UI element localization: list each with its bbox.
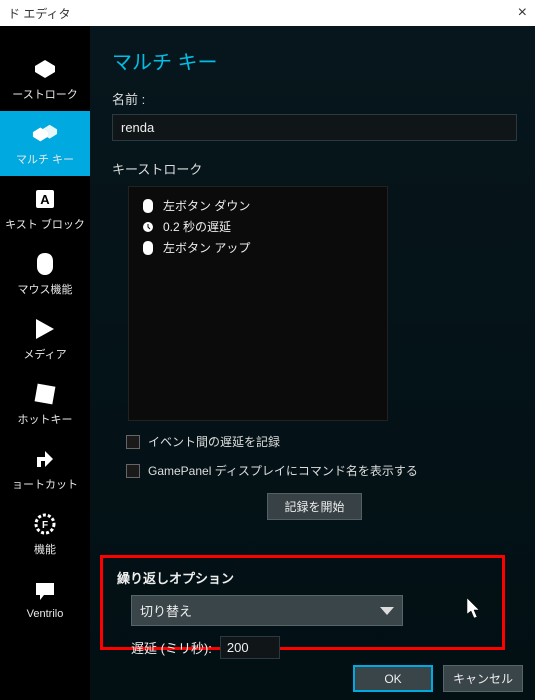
hotkey-icon [32, 381, 58, 407]
keystroke-text: 左ボタン ダウン [163, 197, 250, 214]
sidebar-item-label: マルチ キー [16, 151, 74, 167]
keystroke-text: 左ボタン アップ [163, 239, 250, 256]
svg-text:F: F [42, 520, 48, 531]
delay-label: 遅延 (ミリ秒): [131, 638, 212, 657]
sidebar-item-label: Ventrilo [27, 608, 64, 620]
checkbox[interactable] [126, 464, 140, 478]
repeat-title: 繰り返しオプション [117, 568, 488, 587]
clock-icon [141, 220, 155, 234]
textblock-icon: A [32, 186, 58, 212]
sidebar-item-keystroke[interactable]: ーストローク [0, 46, 90, 111]
sidebar-item-label: 機能 [34, 541, 56, 557]
close-icon[interactable]: × [518, 4, 527, 22]
shortcut-icon [32, 446, 58, 472]
sidebar-item-textblock[interactable]: A キスト ブロック [0, 176, 90, 241]
sidebar-item-label: ホットキー [18, 411, 73, 427]
sidebar-item-label: マウス機能 [18, 281, 73, 297]
delay-input[interactable] [220, 636, 280, 659]
repeat-options-box: 繰り返しオプション 切り替え 遅延 (ミリ秒): [100, 555, 505, 650]
show-name-row[interactable]: GamePanel ディスプレイにコマンド名を表示する [126, 462, 517, 479]
keystroke-list[interactable]: 左ボタン ダウン 0.2 秒の遅延 左ボタン アップ [128, 186, 388, 421]
svg-text:A: A [40, 192, 50, 207]
repeat-mode-dropdown[interactable]: 切り替え [131, 595, 403, 626]
sidebar-item-label: メディア [23, 346, 66, 362]
sidebar: ーストローク マルチ キー A キスト ブロック マウス機能 メディア [0, 26, 90, 700]
sidebar-item-label: ョートカット [12, 476, 78, 492]
dropdown-value: 切り替え [140, 601, 192, 620]
keystroke-row: 左ボタン ダウン [141, 197, 375, 214]
ok-button[interactable]: OK [353, 665, 433, 692]
chevron-down-icon [380, 607, 394, 615]
cancel-button[interactable]: キャンセル [443, 665, 523, 692]
checkbox-label: GamePanel ディスプレイにコマンド名を表示する [148, 462, 418, 479]
sidebar-item-hotkey[interactable]: ホットキー [0, 371, 90, 436]
sidebar-item-label: ーストローク [12, 86, 77, 102]
checkbox[interactable] [126, 435, 140, 449]
titlebar: ド エディタ × [0, 0, 535, 26]
sidebar-item-function[interactable]: F 機能 [0, 501, 90, 566]
keystroke-section-label: キーストローク [112, 159, 517, 178]
checkbox-label: イベント間の遅延を記録 [148, 433, 280, 450]
content-panel: マルチ キー 名前 : キーストローク 左ボタン ダウン 0.2 秒の遅延 左ボ… [90, 26, 535, 700]
keystroke-text: 0.2 秒の遅延 [163, 218, 231, 235]
keystroke-row: 左ボタン アップ [141, 239, 375, 256]
footer-buttons: OK キャンセル [353, 665, 523, 692]
name-input[interactable] [112, 114, 517, 141]
panel-heading: マルチ キー [112, 46, 517, 75]
sidebar-item-multikey[interactable]: マルチ キー [0, 111, 90, 176]
multikey-icon [32, 121, 58, 147]
sidebar-item-media[interactable]: メディア [0, 306, 90, 371]
sidebar-item-shortcut[interactable]: ョートカット [0, 436, 90, 501]
name-label: 名前 : [112, 89, 517, 108]
window-title: ド エディタ [8, 5, 71, 22]
record-delays-row[interactable]: イベント間の遅延を記録 [126, 433, 517, 450]
keystroke-row: 0.2 秒の遅延 [141, 218, 375, 235]
sidebar-item-mouse[interactable]: マウス機能 [0, 241, 90, 306]
mouse-icon [32, 251, 58, 277]
sidebar-item-label: キスト ブロック [5, 216, 85, 232]
keystroke-icon [32, 56, 58, 82]
play-icon [32, 316, 58, 342]
sidebar-item-ventrilo[interactable]: Ventrilo [0, 566, 90, 631]
mouse-icon [141, 199, 155, 213]
gear-icon: F [32, 511, 58, 537]
start-record-button[interactable]: 記録を開始 [267, 493, 361, 520]
chat-icon [32, 578, 58, 604]
mouse-icon [141, 241, 155, 255]
